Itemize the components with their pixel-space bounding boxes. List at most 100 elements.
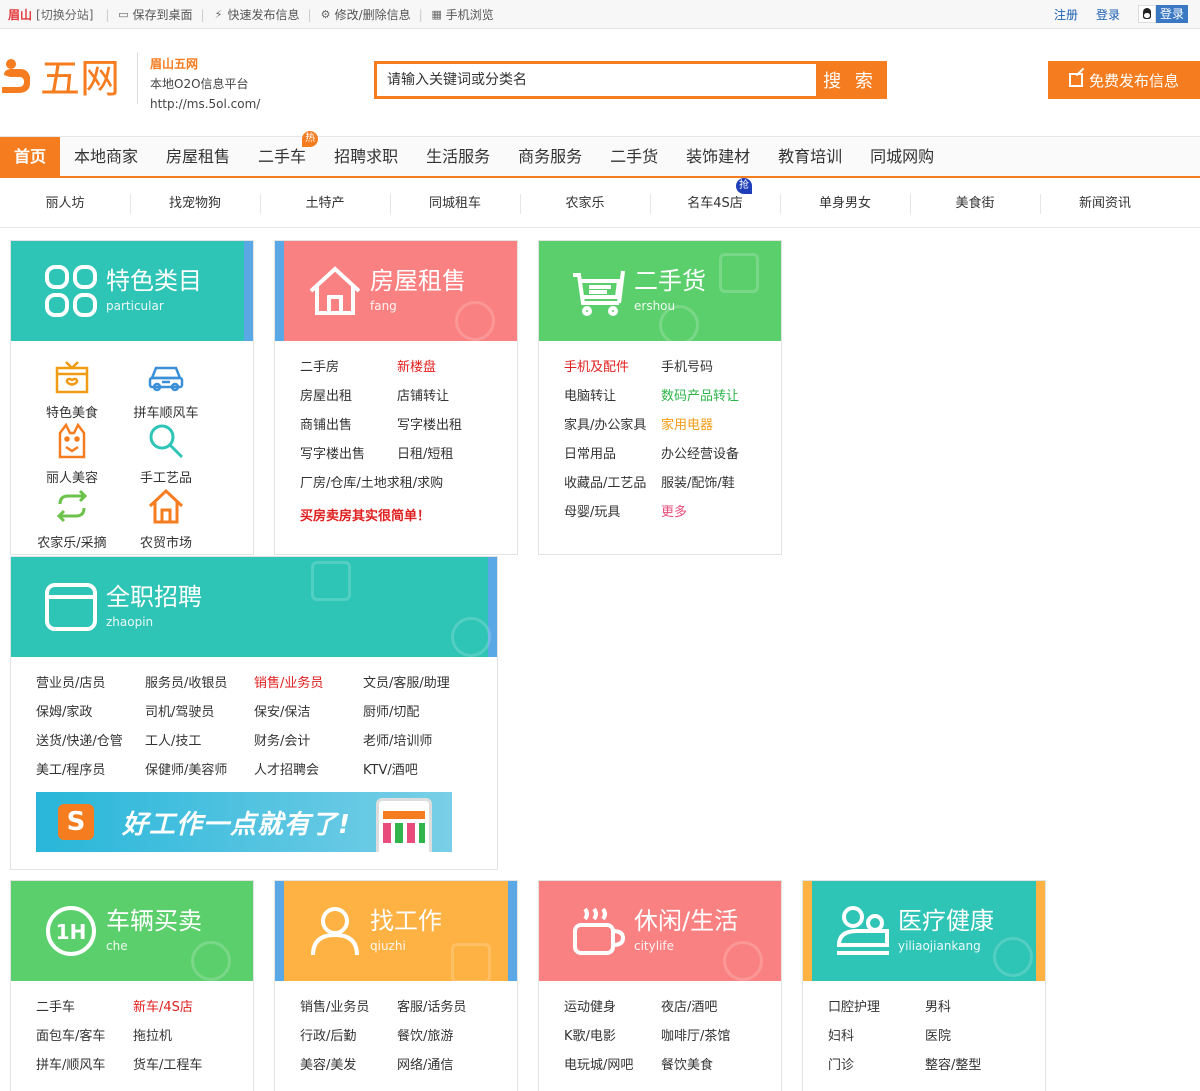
link-item[interactable]: 收藏品/工艺品 [564,474,661,503]
link-item[interactable]: 数码产品转让 [661,387,739,416]
link-item[interactable]: 保姆/家政 [36,703,145,732]
subnav-item-singles[interactable]: 单身男女 [780,180,910,228]
link-item[interactable]: 餐饮美食 [661,1056,713,1085]
link-item[interactable]: 销售/业务员 [254,674,363,703]
link-item[interactable]: 保安/保洁 [254,703,363,732]
link-item[interactable]: 司机/驾驶员 [145,703,254,732]
subnav-item-local-products[interactable]: 土特产 [260,180,390,228]
link-item[interactable]: 口腔护理 [828,998,925,1027]
link-item[interactable]: 老师/培训师 [363,732,432,761]
quick-post-link[interactable]: ⚡ 快速发布信息 [213,6,300,23]
link-item[interactable]: 日租/短租 [397,445,453,474]
link-item[interactable]: 写字楼出租 [397,416,462,445]
link-item[interactable]: 家具/办公家具 [564,416,661,445]
card-health-header[interactable]: 医疗健康 yiliaojiankang [803,881,1045,981]
link-item[interactable]: 母婴/玩具 [564,503,661,532]
link-item[interactable]: 电脑转让 [564,387,661,416]
feature-crafts[interactable]: 手工艺品 [118,421,214,486]
link-item[interactable]: 手机及配件 [564,358,661,387]
link-item[interactable]: 厂房/仓库/土地求租/求购 [300,474,443,503]
link-item[interactable]: 美工/程序员 [36,761,145,790]
more-link[interactable]: 更多 [661,503,687,532]
link-item[interactable]: 妇科 [828,1027,925,1056]
link-item[interactable]: 医院 [925,1027,951,1056]
link-item[interactable]: 厨师/切配 [363,703,419,732]
link-item[interactable]: 二手车 [36,998,133,1027]
subnav-item-beauty[interactable]: 丽人坊 [0,180,130,228]
link-item[interactable]: 保健师/美容师 [145,761,254,790]
link-item[interactable]: 财务/会计 [254,732,363,761]
link-item[interactable]: 新楼盘 [397,358,436,387]
subnav-item-news[interactable]: 新闻资讯 [1040,180,1170,228]
link-item[interactable]: 整容/整型 [925,1056,981,1085]
nav-item-jobs[interactable]: 招聘求职 [320,137,412,177]
free-post-button[interactable]: 免费发布信息 [1048,61,1200,99]
feature-farm[interactable]: 农家乐/采摘 [24,486,120,551]
link-item[interactable]: 网络/通信 [397,1056,453,1085]
nav-item-merchants[interactable]: 本地商家 [60,137,152,177]
jobs-app-banner[interactable]: S 好工作一点就有了! [36,792,452,852]
nav-item-second-hand[interactable]: 二手货 [596,137,672,177]
link-item[interactable]: 门诊 [828,1056,925,1085]
nav-item-education[interactable]: 教育培训 [764,137,856,177]
subnav-item-farm-stay[interactable]: 农家乐 [520,180,650,228]
link-item[interactable]: 人才招聘会 [254,761,363,790]
search-input[interactable] [377,64,816,96]
subnav-item-car-rental[interactable]: 同城租车 [390,180,520,228]
register-link[interactable]: 注册 [1054,6,1078,23]
link-item[interactable]: 店铺转让 [397,387,449,416]
feature-beauty[interactable]: 丽人美容 [24,421,120,486]
link-item[interactable]: 运动健身 [564,998,661,1027]
link-item[interactable]: 日常用品 [564,445,661,474]
card-leisure-header[interactable]: 休闲/生活 citylife [539,881,781,981]
link-item[interactable]: 手机号码 [661,358,713,387]
link-item[interactable]: 送货/快递/仓管 [36,732,145,761]
link-item[interactable]: 服装/配饰/鞋 [661,474,735,503]
link-item[interactable]: 咖啡厅/茶馆 [661,1027,730,1056]
link-item[interactable]: 销售/业务员 [300,998,397,1027]
nav-item-life-services[interactable]: 生活服务 [412,137,504,177]
link-item[interactable]: 写字楼出售 [300,445,397,474]
link-item[interactable]: 美容/美发 [300,1056,397,1085]
link-item[interactable]: 二手房 [300,358,397,387]
link-item[interactable]: 服务员/收银员 [145,674,254,703]
link-item[interactable]: 男科 [925,998,951,1027]
link-item[interactable]: 家用电器 [661,416,713,445]
link-item[interactable]: 办公经营设备 [661,445,739,474]
nav-item-business-services[interactable]: 商务服务 [504,137,596,177]
link-item[interactable]: 营业员/店员 [36,674,145,703]
feature-carpool[interactable]: 拼车顺风车 [118,356,214,421]
card-housing-header[interactable]: 房屋租售 fang [275,241,517,341]
nav-item-decoration[interactable]: 装饰建材 [672,137,764,177]
link-item[interactable]: K歌/电影 [564,1027,661,1056]
card-second-hand-header[interactable]: 二手货 ershou [539,241,781,341]
subnav-item-4s-stores[interactable]: 名车4S店 抢 [650,178,780,228]
feature-market[interactable]: 农贸市场 [118,486,214,551]
edit-delete-link[interactable]: ⚙ 修改/删除信息 [320,6,411,23]
link-item[interactable]: 拖拉机 [133,1027,172,1056]
link-item[interactable]: 行政/后勤 [300,1027,397,1056]
link-item[interactable]: 夜店/酒吧 [661,998,717,1027]
card-vehicles-header[interactable]: 1H 车辆买卖 che [11,881,253,981]
link-item[interactable]: 面包车/客车 [36,1027,133,1056]
subnav-item-food-street[interactable]: 美食街 [910,180,1040,228]
feature-food[interactable]: 特色美食 [24,356,120,421]
nav-item-housing[interactable]: 房屋租售 [152,137,244,177]
link-item[interactable]: 拼车/顺风车 [36,1056,133,1085]
nav-item-home[interactable]: 首页 [0,137,61,177]
link-item[interactable]: 货车/工程车 [133,1056,202,1085]
link-item[interactable]: 工人/技工 [145,732,254,761]
mobile-view-link[interactable]: ▦ 手机浏览 [431,6,493,23]
save-desktop-link[interactable]: ▭ 保存到桌面 [117,6,192,23]
subnav-item-pets[interactable]: 找宠物狗 [130,180,260,228]
link-item[interactable]: 餐饮/旅游 [397,1027,453,1056]
link-item[interactable]: 新车/4S店 [133,998,193,1027]
nav-item-used-cars[interactable]: 二手车热 [244,131,320,177]
link-item[interactable]: 电玩城/网吧 [564,1056,661,1085]
nav-item-online-shopping[interactable]: 同城网购 [856,137,948,177]
card-fulltime-jobs-header[interactable]: 全职招聘 zhaopin [11,557,497,657]
login-link[interactable]: 登录 [1096,6,1120,23]
search-button[interactable]: 搜 索 [816,64,884,96]
card-job-seeking-header[interactable]: 找工作 qiuzhi [275,881,517,981]
qq-login-button[interactable]: 登录 [1137,5,1188,23]
